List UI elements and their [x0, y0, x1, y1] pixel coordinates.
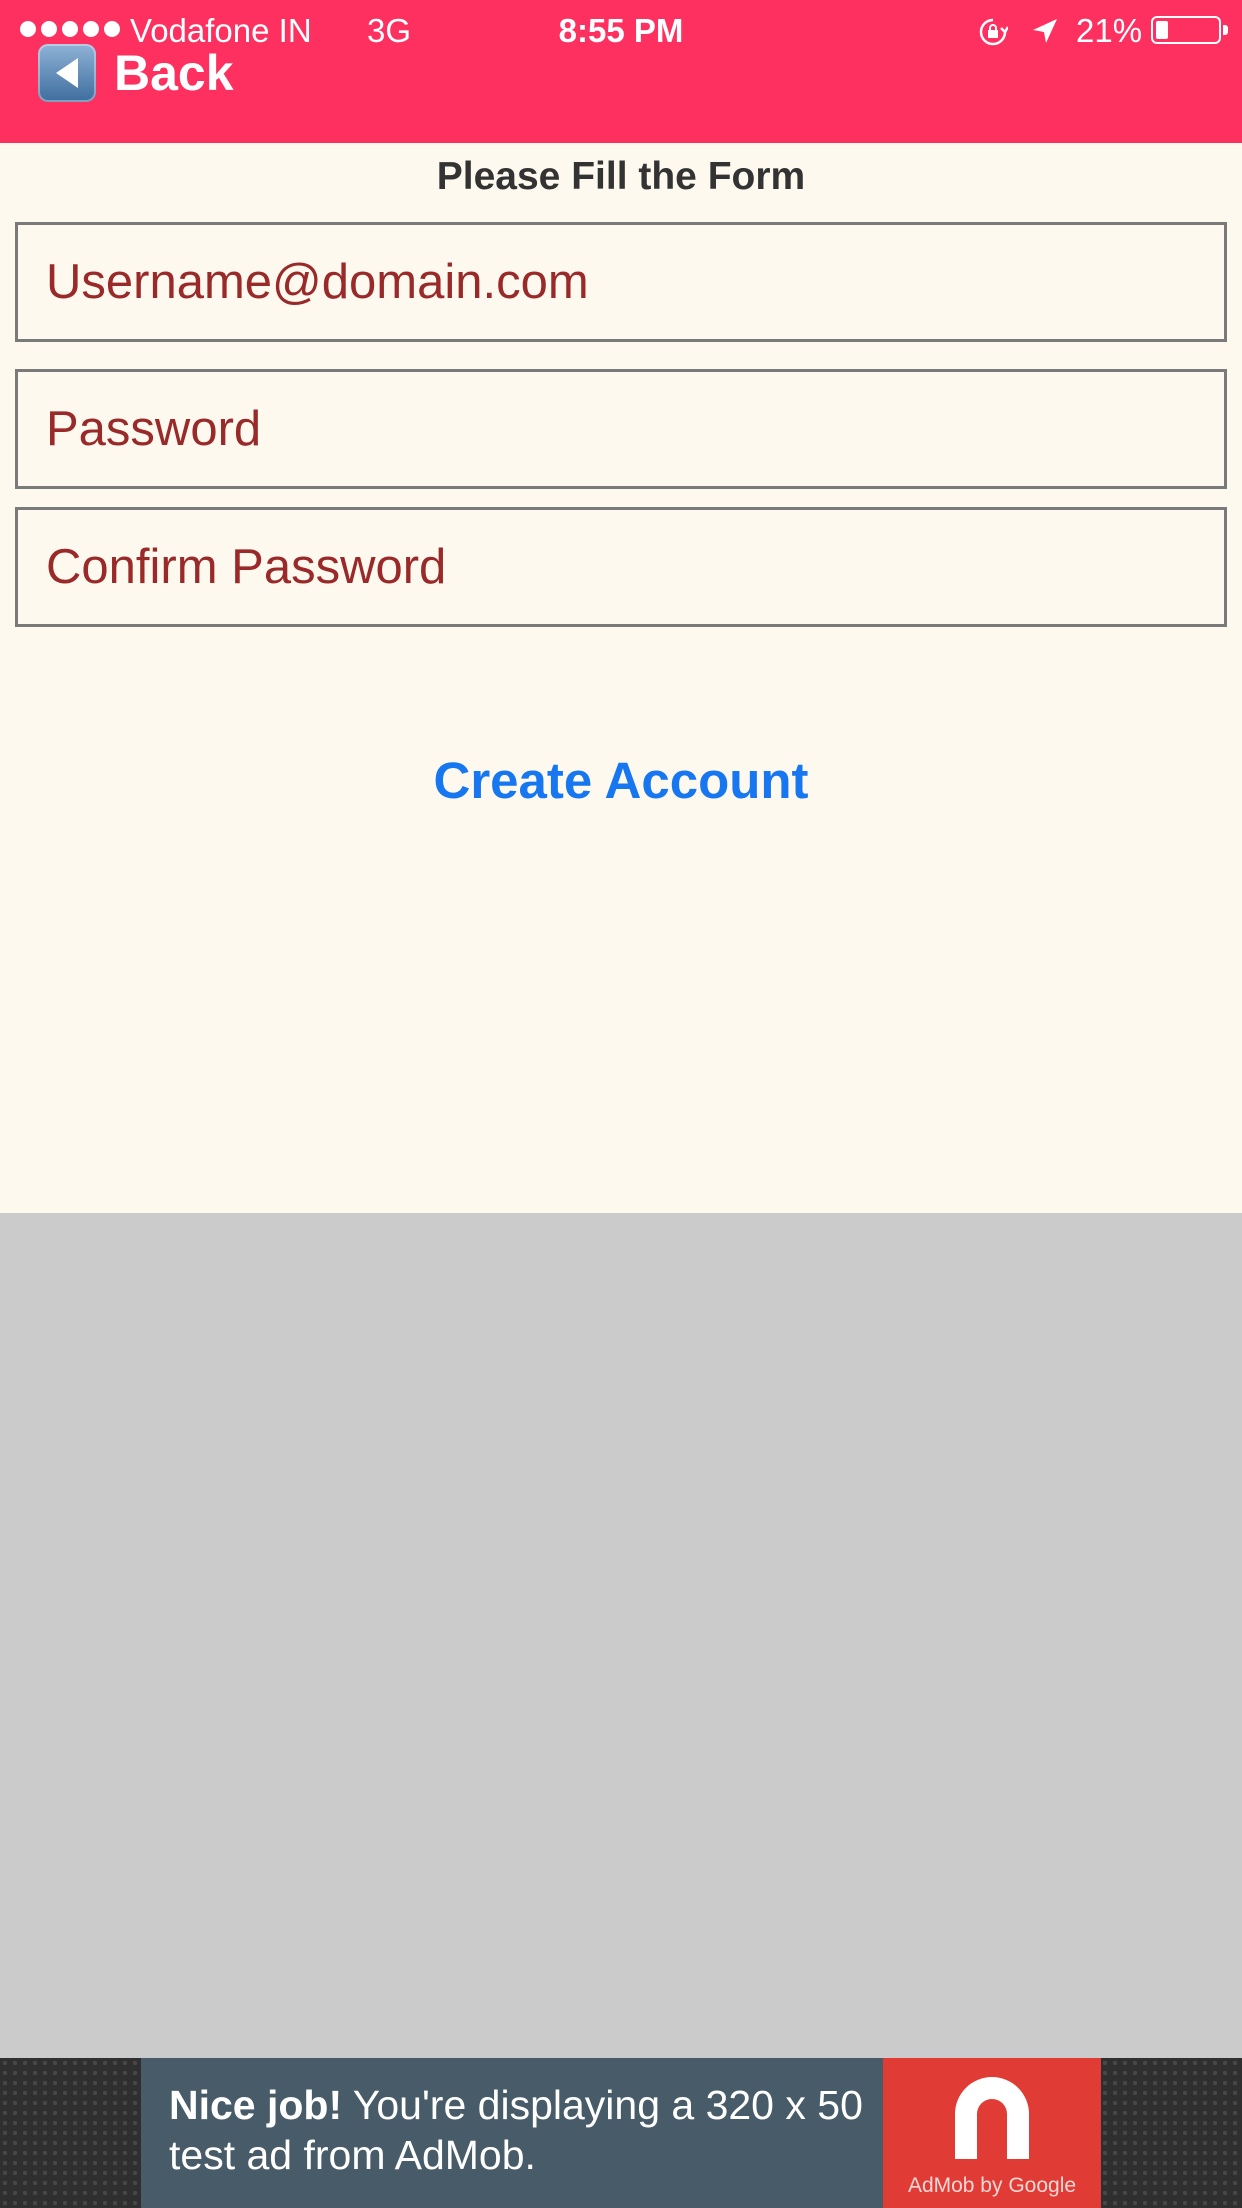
- signup-form: Please Fill the Form Create Account: [0, 143, 1242, 1213]
- username-input[interactable]: [18, 225, 1224, 339]
- ad-banner[interactable]: Nice job! You're displaying a 320 x 50 t…: [141, 2058, 1101, 2208]
- password-field-container: [15, 369, 1227, 489]
- back-button[interactable]: Back: [38, 42, 234, 104]
- ad-body-line1: You're displaying a 320 x 50: [342, 2082, 863, 2128]
- rotation-lock-icon: [979, 18, 1008, 46]
- battery-percentage: 21%: [1076, 12, 1143, 49]
- ad-text: Nice job! You're displaying a 320 x 50 t…: [141, 2058, 883, 2208]
- back-arrow-icon: [38, 44, 96, 102]
- navigation-header: Vodafone IN 3G 8:55 PM 21% Back: [0, 0, 1242, 143]
- ad-bar: Nice job! You're displaying a 320 x 50 t…: [0, 2058, 1242, 2208]
- ad-body-line2: test ad from AdMob.: [169, 2132, 536, 2178]
- form-title: Please Fill the Form: [436, 155, 806, 198]
- admob-logo-caption: AdMob by Google: [907, 2174, 1077, 2197]
- battery-icon: [1151, 16, 1228, 44]
- back-button-label: Back: [114, 45, 234, 101]
- location-arrow-icon: [1033, 19, 1057, 43]
- admob-logo-icon: [955, 2077, 1029, 2159]
- ad-headline: Nice job!: [169, 2082, 343, 2128]
- confirm-password-input[interactable]: [18, 510, 1224, 624]
- confirm-password-field-container: [15, 507, 1227, 627]
- password-input[interactable]: [18, 372, 1224, 486]
- username-field-container: [15, 222, 1227, 342]
- admob-logo: AdMob by Google: [883, 2058, 1101, 2208]
- create-account-button[interactable]: Create Account: [0, 751, 1242, 810]
